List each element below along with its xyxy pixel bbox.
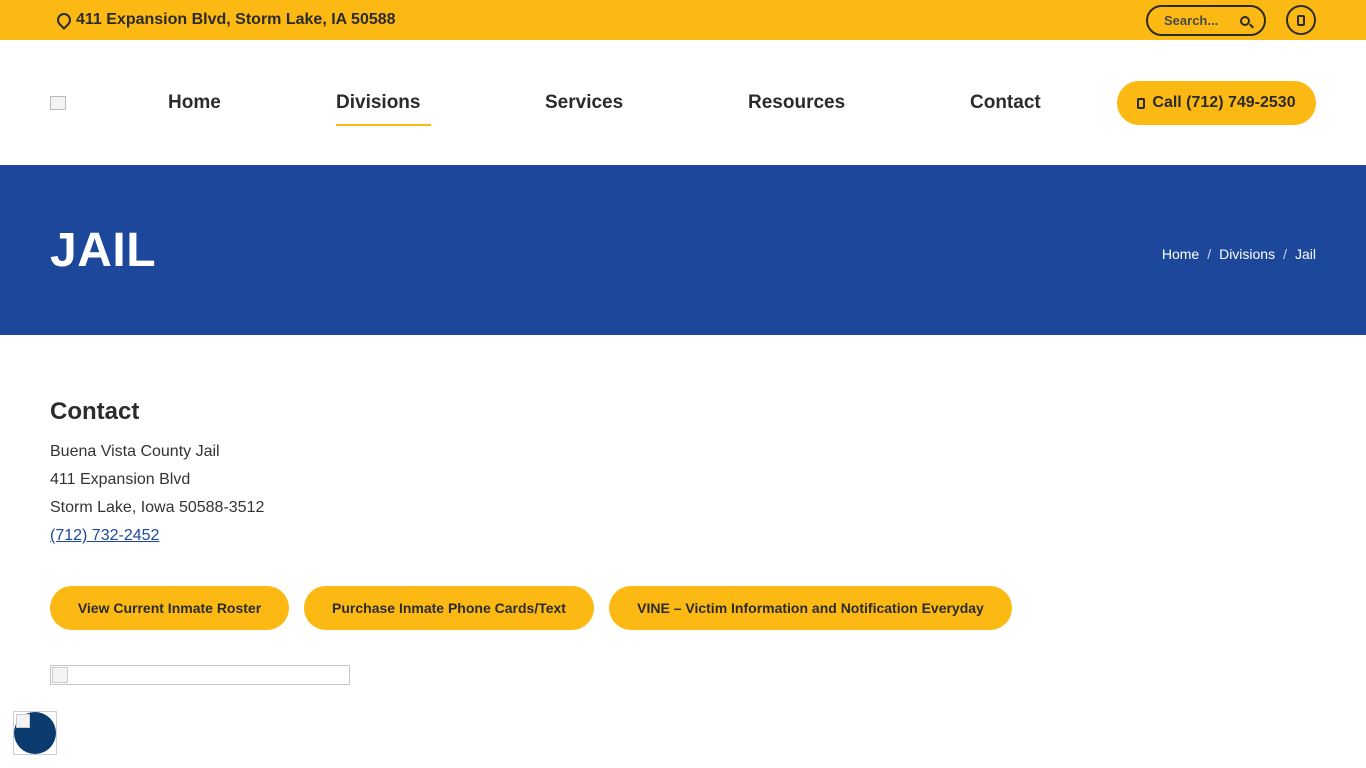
- contact-city: Storm Lake, Iowa 50588-3512: [50, 499, 265, 516]
- breadcrumb: Home / Divisions / Jail: [1162, 246, 1316, 262]
- search-box[interactable]: [1146, 5, 1266, 36]
- phone-circle-button[interactable]: [1286, 5, 1316, 35]
- site-header: Home Divisions Services Resources Contac…: [0, 40, 1366, 165]
- inmate-roster-button[interactable]: View Current Inmate Roster: [50, 586, 289, 630]
- map-marker-icon: [56, 13, 68, 27]
- nav-item-resources[interactable]: Resources: [748, 92, 845, 114]
- accessibility-widget-button[interactable]: [13, 711, 57, 755]
- breadcrumb-divisions[interactable]: Divisions: [1219, 246, 1275, 262]
- search-input[interactable]: [1164, 13, 1234, 28]
- nav-item-home[interactable]: Home: [168, 92, 221, 114]
- nav-item-services[interactable]: Services: [545, 92, 623, 114]
- accessibility-icon: [16, 714, 30, 728]
- call-button[interactable]: Call (712) 749-2530: [1117, 81, 1316, 125]
- nav-item-divisions[interactable]: Divisions: [336, 92, 433, 126]
- vine-button[interactable]: VINE – Victim Information and Notificati…: [609, 586, 1012, 630]
- address: 411 Expansion Blvd, Storm Lake, IA 50588: [56, 0, 396, 40]
- top-info-bar: 411 Expansion Blvd, Storm Lake, IA 50588: [0, 0, 1366, 40]
- broken-image: [50, 665, 350, 685]
- page-title: JAIL: [50, 224, 157, 277]
- breadcrumb-current: Jail: [1294, 246, 1316, 262]
- page-hero: JAIL Home / Divisions / Jail: [0, 165, 1366, 335]
- contact-street: 411 Expansion Blvd: [50, 471, 191, 488]
- phone-cards-button[interactable]: Purchase Inmate Phone Cards/Text: [304, 586, 594, 630]
- mobile-phone-icon: [1297, 14, 1305, 26]
- contact-phone-link[interactable]: (712) 732-2452: [50, 527, 159, 544]
- call-button-label: Call (712) 749-2530: [1152, 94, 1296, 111]
- breadcrumb-separator: /: [1283, 246, 1287, 262]
- site-logo[interactable]: [50, 96, 66, 110]
- breadcrumb-home[interactable]: Home: [1162, 246, 1199, 262]
- address-text: 411 Expansion Blvd, Storm Lake, IA 50588: [76, 11, 396, 28]
- breadcrumb-separator: /: [1207, 246, 1212, 262]
- nav-item-contact[interactable]: Contact: [970, 92, 1041, 114]
- search-icon[interactable]: [1240, 15, 1250, 26]
- phone-icon: [1137, 97, 1146, 109]
- contact-heading: Contact: [50, 398, 140, 425]
- contact-name: Buena Vista County Jail: [50, 443, 220, 460]
